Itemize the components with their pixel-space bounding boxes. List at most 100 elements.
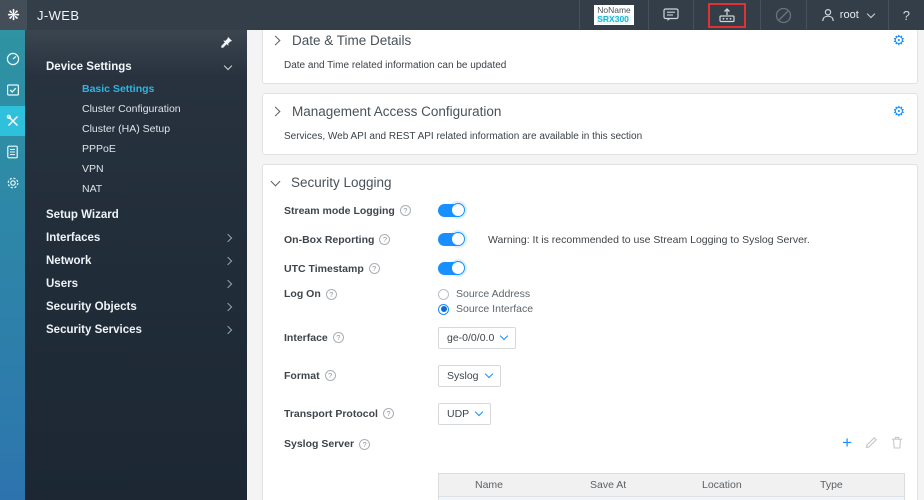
format-select[interactable]: Syslog (438, 364, 501, 387)
select-value: Syslog (447, 369, 479, 382)
section-date-time: Date & Time Details ⚙ Date and Time rela… (262, 30, 918, 84)
rail-administration-button[interactable] (0, 168, 25, 198)
form-row-syslog-server: Syslog Server + (284, 434, 905, 463)
section-security-logging: Security Logging Stream mode Logging On-… (262, 164, 918, 500)
rail-reports-button[interactable] (0, 137, 25, 167)
nav-item-cluster-ha-setup[interactable]: Cluster (HA) Setup (25, 119, 247, 139)
help-icon[interactable] (399, 205, 411, 216)
radio-source-interface[interactable]: Source Interface (438, 303, 533, 315)
radio-unselected-icon (438, 288, 449, 300)
chevron-right-icon[interactable] (270, 106, 281, 117)
chevron-right-icon[interactable] (270, 35, 281, 46)
nav-item-users[interactable]: Users (25, 272, 247, 295)
nav-item-label: Security Services (46, 323, 142, 336)
chevron-down-icon (866, 9, 876, 18)
juniper-logo[interactable]: ❋ (0, 0, 27, 30)
topbar-right-group: NoName SRX300 root ? (579, 0, 924, 30)
field-label: Transport Protocol (284, 407, 378, 420)
logo-flower-icon: ❋ (7, 5, 20, 24)
sidebar: Device Settings Basic Settings Cluster C… (0, 30, 247, 500)
rail-dashboard-button[interactable] (0, 44, 25, 74)
help-icon[interactable] (382, 408, 394, 419)
select-value: UDP (447, 407, 470, 420)
nav-item-cluster-configuration[interactable]: Cluster Configuration (25, 99, 247, 119)
disabled-status-icon (775, 7, 791, 23)
interface-select[interactable]: ge-0/0/0.0 (438, 326, 517, 349)
monitor-check-icon (6, 84, 19, 96)
table-row[interactable]: server host 10.138.101.160 Standard (439, 496, 904, 500)
chevron-down-icon[interactable] (270, 176, 281, 186)
section-management-access: Management Access Configuration ⚙ Servic… (262, 93, 918, 155)
commit-device-icon (719, 7, 735, 22)
settings-gear-icon[interactable]: ⚙ (892, 34, 905, 48)
configure-tools-icon (6, 114, 18, 127)
nav-item-label: Network (46, 254, 92, 267)
help-icon[interactable] (379, 234, 391, 245)
add-syslog-server-button[interactable]: + (842, 434, 852, 451)
chevron-down-icon (484, 369, 493, 379)
col-header-save-at[interactable]: Save At (590, 474, 702, 497)
nav-item-pppoe[interactable]: PPPoE (25, 139, 247, 159)
nav-item-nat[interactable]: NAT (25, 179, 247, 199)
commit-configuration-button[interactable] (692, 0, 760, 30)
nav-item-vpn[interactable]: VPN (25, 159, 247, 179)
nav-item-label: Security Objects (46, 300, 137, 313)
rail-configure-button[interactable] (0, 106, 25, 136)
form-row-interface: Interface ge-0/0/0.0 (284, 323, 905, 352)
field-label: Format (284, 369, 320, 382)
cell-location: 10.138.101.160 (702, 496, 820, 500)
help-icon[interactable] (359, 438, 371, 450)
form-row-stream-mode: Stream mode Logging (284, 196, 905, 225)
notifications-button[interactable] (759, 0, 806, 30)
feedback-button[interactable] (647, 0, 693, 30)
help-button[interactable]: ? (887, 0, 924, 30)
nav-item-label: Setup Wizard (46, 208, 119, 221)
main-content: Date & Time Details ⚙ Date and Time rela… (247, 30, 924, 500)
nav-item-network[interactable]: Network (25, 249, 247, 272)
chevron-right-icon (223, 302, 233, 311)
col-header-location[interactable]: Location (702, 474, 820, 497)
section-title[interactable]: Security Logging (291, 175, 392, 190)
nav-panel: Device Settings Basic Settings Cluster C… (25, 30, 247, 500)
help-icon[interactable] (325, 288, 337, 300)
field-label: On-Box Reporting (284, 233, 375, 246)
user-menu[interactable]: root (805, 0, 888, 30)
field-label: Syslog Server (284, 438, 355, 450)
col-header-type[interactable]: Type (820, 474, 904, 497)
stream-mode-toggle[interactable] (438, 203, 465, 217)
section-title[interactable]: Date & Time Details (292, 33, 411, 48)
help-icon[interactable] (324, 370, 336, 381)
settings-gear-icon[interactable]: ⚙ (892, 105, 905, 119)
delete-trash-icon[interactable] (891, 436, 903, 449)
transport-protocol-select[interactable]: UDP (438, 402, 492, 425)
nav-item-basic-settings[interactable]: Basic Settings (25, 79, 247, 99)
help-icon[interactable] (332, 332, 344, 343)
report-document-icon (7, 145, 18, 159)
section-subtitle: Date and Time related information can be… (284, 60, 507, 71)
nav-item-interfaces[interactable]: Interfaces (25, 226, 247, 249)
nav-item-setup-wizard[interactable]: Setup Wizard (25, 203, 247, 226)
pin-icon[interactable] (220, 36, 233, 49)
nav-item-security-objects[interactable]: Security Objects (25, 295, 247, 318)
edit-pencil-icon[interactable] (865, 436, 878, 449)
nav-group-device-settings[interactable]: Device Settings (25, 56, 247, 78)
radio-source-address[interactable]: Source Address (438, 288, 533, 300)
rail-monitor-button[interactable] (0, 75, 25, 105)
nav-item-security-services[interactable]: Security Services (25, 318, 247, 341)
cell-name: server (475, 496, 590, 500)
help-icon[interactable] (368, 263, 380, 274)
chevron-down-icon (500, 331, 509, 341)
onbox-reporting-toggle[interactable] (438, 232, 465, 246)
icon-rail (0, 30, 25, 500)
syslog-server-table: Name Save At Location Type server host (438, 473, 905, 500)
user-icon (821, 8, 834, 22)
field-label: Interface (284, 331, 328, 344)
col-header-name[interactable]: Name (475, 474, 590, 497)
device-badge[interactable]: NoName SRX300 (579, 0, 648, 30)
utc-timestamp-toggle[interactable] (438, 261, 465, 275)
chevron-down-icon (474, 407, 484, 417)
form-row-onbox: On-Box Reporting Warning: It is recommen… (284, 225, 905, 254)
device-model: SRX300 (597, 14, 631, 24)
onbox-warning-text: Warning: It is recommended to use Stream… (488, 233, 810, 246)
section-title[interactable]: Management Access Configuration (292, 104, 501, 119)
